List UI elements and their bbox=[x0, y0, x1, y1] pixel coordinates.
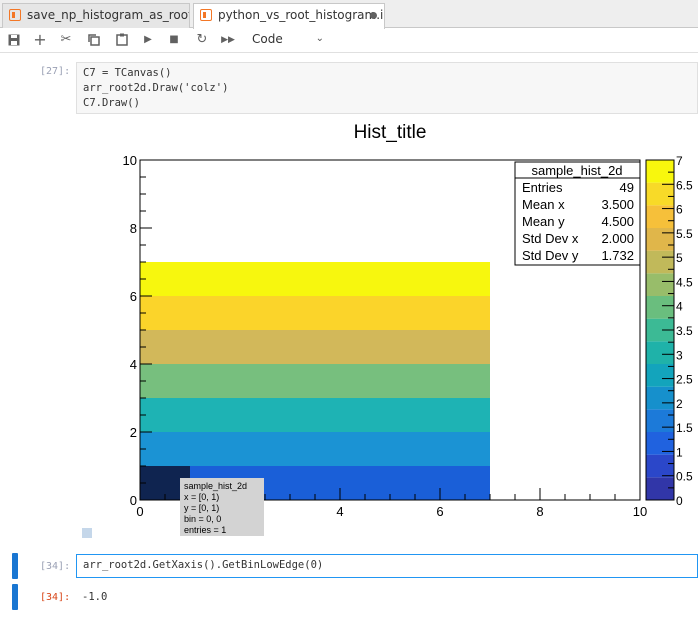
y-tick-label: 10 bbox=[123, 153, 137, 168]
palette-band bbox=[646, 341, 674, 364]
stop-icon[interactable]: ■ bbox=[164, 30, 184, 50]
tooltip-line: x = [0, 1) bbox=[184, 492, 219, 502]
palette-tick-label: 2.5 bbox=[676, 373, 693, 387]
add-cell-icon[interactable]: + bbox=[30, 30, 50, 50]
palette-band bbox=[646, 250, 674, 274]
heatmap-row bbox=[140, 364, 490, 398]
palette-band bbox=[646, 160, 674, 183]
stats-value: 2.000 bbox=[601, 231, 634, 246]
palette-tick-label: 0 bbox=[676, 494, 683, 508]
tooltip-line: bin = 0, 0 bbox=[184, 514, 221, 524]
stats-value: 3.500 bbox=[601, 197, 634, 212]
x-tick-label: 6 bbox=[436, 504, 443, 519]
palette-band bbox=[646, 477, 674, 500]
palette-tick-label: 7 bbox=[676, 154, 683, 168]
run-all-icon[interactable]: ▶▶ bbox=[218, 30, 238, 50]
notebook-icon bbox=[200, 9, 212, 21]
input-prompt: [34]: bbox=[40, 561, 71, 572]
tab-label: python_vs_root_histogram.ip bbox=[218, 8, 385, 22]
palette-tick-label: 0.5 bbox=[676, 470, 693, 484]
code-cell-34[interactable]: arr_root2d.GetXaxis().GetBinLowEdge(0) bbox=[76, 554, 698, 578]
cut-icon[interactable]: ✂ bbox=[56, 30, 76, 50]
palette-tick-label: 1.5 bbox=[676, 421, 693, 435]
stats-title: sample_hist_2d bbox=[531, 163, 622, 178]
stats-value: 49 bbox=[620, 180, 634, 195]
save-icon[interactable] bbox=[4, 30, 24, 50]
chevron-down-icon: ⌄ bbox=[315, 33, 324, 44]
code-line: C7 = TCanvas() bbox=[83, 67, 172, 79]
stats-label: Std Dev y bbox=[522, 248, 579, 263]
tab-python-vs-root-histogram[interactable]: python_vs_root_histogram.ip bbox=[193, 3, 385, 29]
stats-label: Mean y bbox=[522, 214, 565, 229]
root-canvas-output: Hist_title 02468100246810 00.511.522.533… bbox=[123, 122, 693, 536]
palette-band bbox=[646, 409, 674, 432]
cell-output: -1.0 bbox=[82, 591, 108, 603]
stats-box: sample_hist_2d Entries 49 Mean x 3.500 M… bbox=[514, 161, 641, 266]
heatmap-row bbox=[140, 262, 490, 296]
palette-tick-label: 3 bbox=[676, 348, 683, 362]
palette-band bbox=[646, 364, 674, 387]
tab-label: save_np_histogram_as_root.i bbox=[27, 8, 190, 22]
palette-band bbox=[646, 182, 674, 206]
tab-bar: save_np_histogram_as_root.i python_vs_ro… bbox=[0, 0, 698, 29]
stats-value: 1.732 bbox=[601, 248, 634, 263]
restart-icon[interactable]: ↻ bbox=[192, 30, 212, 50]
stats-label: Std Dev x bbox=[522, 231, 579, 246]
copy-icon[interactable] bbox=[84, 30, 104, 50]
y-tick-label: 8 bbox=[130, 221, 137, 236]
plot-title: Hist_title bbox=[354, 122, 427, 143]
x-tick-label: 10 bbox=[633, 504, 647, 519]
stats-label: Entries bbox=[522, 180, 563, 195]
palette-band bbox=[646, 454, 674, 478]
heatmap-row bbox=[140, 432, 490, 466]
palette-tick-label: 6 bbox=[676, 203, 683, 217]
run-icon[interactable]: ▶ bbox=[138, 30, 158, 50]
output-prompt: [34]: bbox=[40, 592, 71, 603]
bin-tooltip: sample_hist_2d x = [0, 1) y = [0, 1) bin… bbox=[180, 478, 264, 536]
collapse-output-handle[interactable] bbox=[82, 528, 92, 538]
notebook-icon bbox=[9, 9, 21, 21]
palette-tick-label: 5.5 bbox=[676, 227, 693, 241]
x-tick-label: 8 bbox=[536, 504, 543, 519]
palette-tick-label: 5 bbox=[676, 251, 683, 265]
cell-type-dropdown[interactable]: Code ⌄ bbox=[252, 30, 332, 50]
code-line: arr_root2d.Draw('colz') bbox=[83, 82, 229, 94]
code-line: C7.Draw() bbox=[83, 97, 140, 109]
unsaved-dot-icon[interactable] bbox=[370, 12, 377, 19]
code-line: arr_root2d.GetXaxis().GetBinLowEdge(0) bbox=[83, 559, 324, 571]
palette-band bbox=[646, 296, 674, 319]
paste-icon[interactable] bbox=[112, 30, 132, 50]
code-cell-27[interactable]: C7 = TCanvas() arr_root2d.Draw('colz') C… bbox=[76, 62, 698, 114]
y-tick-label: 2 bbox=[130, 425, 137, 440]
palette-tick-label: 4.5 bbox=[676, 275, 693, 289]
x-tick-label: 0 bbox=[136, 504, 143, 519]
y-tick-label: 0 bbox=[130, 493, 137, 508]
heatmap-row bbox=[140, 398, 490, 432]
stats-label: Mean x bbox=[522, 197, 565, 212]
input-prompt: [27]: bbox=[40, 66, 71, 77]
palette-band bbox=[646, 386, 674, 410]
tab-save-np-histogram[interactable]: save_np_histogram_as_root.i bbox=[2, 3, 190, 28]
tooltip-line: sample_hist_2d bbox=[184, 481, 247, 491]
palette-tick-label: 1 bbox=[676, 445, 683, 459]
palette-tick-label: 4 bbox=[676, 300, 683, 314]
palette-tick-label: 6.5 bbox=[676, 178, 693, 192]
palette-band bbox=[646, 273, 674, 296]
output-cell-marker bbox=[12, 584, 18, 610]
cell-type-value: Code bbox=[252, 32, 283, 46]
tooltip-line: y = [0, 1) bbox=[184, 503, 219, 513]
x-tick-label: 4 bbox=[336, 504, 343, 519]
tooltip-line: entries = 1 bbox=[184, 525, 226, 535]
palette-band bbox=[646, 228, 674, 251]
y-tick-label: 4 bbox=[130, 357, 137, 372]
y-tick-label: 6 bbox=[130, 289, 137, 304]
palette-tick-label: 2 bbox=[676, 397, 683, 411]
notebook-toolbar: + ✂ ▶ ■ ↻ ▶▶ Code ⌄ bbox=[0, 28, 698, 53]
stats-value: 4.500 bbox=[601, 214, 634, 229]
palette-tick-label: 3.5 bbox=[676, 324, 693, 338]
heatmap-row bbox=[140, 296, 490, 330]
active-cell-marker bbox=[12, 553, 18, 579]
heatmap-row bbox=[140, 330, 490, 364]
